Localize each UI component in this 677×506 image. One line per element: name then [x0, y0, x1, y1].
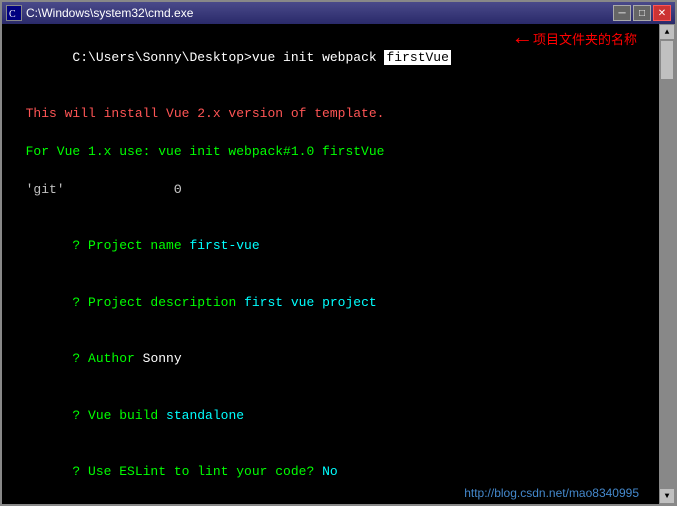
q4-value: standalone [166, 408, 244, 423]
q4-label: ? Vue build [72, 408, 166, 423]
q1-value: first-vue [189, 238, 259, 253]
line-git: 'git' Θ [10, 181, 651, 200]
line-q1: ? Project name first-vue [10, 218, 651, 275]
q3-label: ? Author [72, 351, 142, 366]
scroll-thumb[interactable] [660, 40, 674, 80]
scrollbar: ▲ ▼ [659, 24, 675, 504]
scroll-track[interactable] [659, 40, 675, 488]
line-blank2 [10, 124, 651, 143]
line-blank4 [10, 200, 651, 219]
minimize-button[interactable]: ─ [613, 5, 631, 21]
q5-label: ? Use ESLint to lint your code? [72, 464, 322, 479]
title-buttons: ─ □ ✕ [613, 5, 671, 21]
close-button[interactable]: ✕ [653, 5, 671, 21]
q1-label: ? Project name [72, 238, 189, 253]
q2-value: first vue project [244, 295, 377, 310]
scroll-up-button[interactable]: ▲ [659, 24, 675, 40]
window-title: C:\Windows\system32\cmd.exe [26, 6, 193, 20]
watermark: http://blog.csdn.net/mao8340995 [464, 486, 639, 500]
title-bar-left: C C:\Windows\system32\cmd.exe [6, 5, 193, 21]
q2-label: ? Project description [72, 295, 244, 310]
svg-text:C: C [9, 9, 16, 20]
firstvue-highlight: firstVue [384, 50, 450, 65]
cmd-icon: C [6, 5, 22, 21]
line-q4: ? Vue build standalone [10, 388, 651, 445]
line-blank1 [10, 87, 651, 106]
cmd-window: C C:\Windows\system32\cmd.exe ─ □ ✕ C:\U… [0, 0, 677, 506]
line-blank3 [10, 162, 651, 181]
annotation-container: ← 项目文件夹的名称 [516, 26, 637, 51]
q3-value: Sonny [143, 351, 182, 366]
line-warning: This will install Vue 2.x version of tem… [10, 105, 651, 124]
annotation-text: 项目文件夹的名称 [533, 29, 637, 48]
maximize-button[interactable]: □ [633, 5, 651, 21]
q5-value: No [322, 464, 338, 479]
line-vue1x: For Vue 1.x use: vue init webpack#1.0 fi… [10, 143, 651, 162]
line-q3: ? Author Sonny [10, 332, 651, 389]
content-area: C:\Users\Sonny\Desktop>vue init webpack … [2, 24, 675, 504]
terminal[interactable]: C:\Users\Sonny\Desktop>vue init webpack … [2, 24, 659, 504]
prompt-text: C:\Users\Sonny\Desktop>vue init webpack [72, 50, 384, 65]
line-q2: ? Project description first vue project [10, 275, 651, 332]
scroll-down-button[interactable]: ▼ [659, 488, 675, 504]
line-q6: ? Setup unit tests with Karma + Mocha? Y… [10, 501, 651, 504]
title-bar: C C:\Windows\system32\cmd.exe ─ □ ✕ [2, 2, 675, 24]
annotation-arrow: ← [516, 26, 529, 51]
